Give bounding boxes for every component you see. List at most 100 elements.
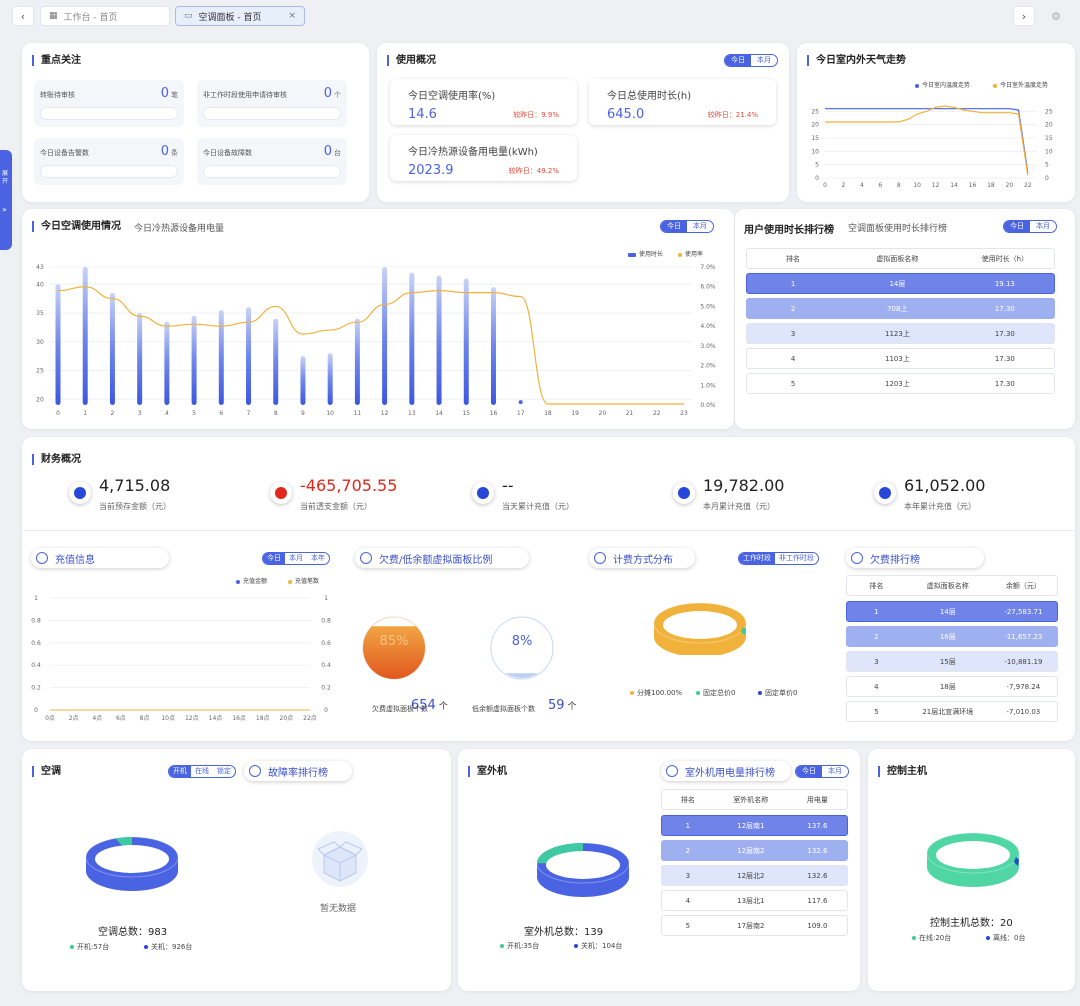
toggle-today[interactable]: 今日 — [796, 766, 822, 777]
x-tick-label: 18点 — [256, 714, 270, 722]
table-row[interactable]: 1 12层南1 137.6 — [661, 815, 848, 836]
arrears-gauge-percent: 85% — [379, 634, 409, 649]
usage-period-toggle[interactable]: 今日 本月 — [724, 54, 778, 67]
settings-button[interactable]: ⚙ — [1045, 6, 1067, 26]
toggle-on[interactable]: 开机 — [169, 766, 191, 777]
y2-tick-label: 15 — [1045, 135, 1053, 142]
y2-tick-label: 3.0% — [700, 343, 716, 350]
usage-bar — [436, 275, 442, 405]
table-row[interactable]: 1 14层 -27,583.71 — [846, 601, 1058, 622]
billing-legend-2: 固定单价0 — [758, 688, 797, 698]
x-tick-label: 10点 — [161, 714, 175, 722]
outdoor-ring-chart — [536, 842, 630, 897]
outdoor-rank-table: 排名 室外机名称 用电量 1 12层南1 137.6 2 12层南2 132.6 3 12层北… — [661, 789, 848, 939]
table-row[interactable]: 2 16层 -11,657.23 — [846, 626, 1058, 647]
double-chevron-icon: » — [2, 205, 7, 214]
y2-tick-label: 0.2 — [321, 685, 331, 692]
toggle-year[interactable]: 本年 — [307, 553, 329, 564]
arrears-title-pill: 欠费/低余额虚拟面板比例 — [355, 548, 529, 568]
table-row[interactable]: 2 12层南2 132.6 — [661, 840, 848, 861]
usage-bar — [300, 356, 306, 405]
table-row[interactable]: 3 1123上 17.30 — [746, 323, 1055, 344]
x-tick-label: 18 — [544, 410, 552, 417]
x-tick-label: 22 — [1024, 182, 1032, 189]
ring-hole — [95, 845, 169, 873]
billing-ring-chart — [653, 602, 747, 655]
usage-bar — [109, 292, 115, 405]
table-row[interactable]: 2 70B上 17.30 — [746, 298, 1055, 319]
x-tick-label: 12 — [381, 410, 389, 417]
table-row[interactable]: 3 12层北2 132.6 — [661, 865, 848, 886]
focus-item-bar — [40, 107, 178, 120]
user-rank-table: 排名 虚拟面板名称 使用时长（h） 1 14层 19.13 2 70B上 17.30 3 11… — [746, 248, 1055, 398]
table-row[interactable]: 1 14层 19.13 — [746, 273, 1055, 294]
tab-workbench[interactable]: ▦ 工作台 - 首页 — [40, 6, 170, 26]
y2-tick-label: 6.0% — [700, 284, 716, 291]
back-button[interactable]: ‹ — [12, 6, 34, 26]
usage-bar — [55, 284, 61, 405]
toggle-today[interactable]: 今日 — [263, 553, 285, 564]
toggle-month[interactable]: 本月 — [751, 55, 777, 66]
host-legend-online: 在线:20台 — [912, 933, 951, 943]
chevron-left-icon: ‹ — [20, 9, 26, 23]
x-tick-label: 19 — [571, 410, 579, 417]
table-row[interactable]: 5 21层北宣满环境 -7,010.03 — [846, 701, 1058, 722]
y2-tick-label: 0.0% — [700, 402, 716, 409]
fault-rank-pill[interactable]: 故障率排行榜 — [244, 761, 352, 781]
focus-item-transfer[interactable]: 转账待审核 0笔 — [34, 80, 184, 127]
x-tick-label: 4 — [860, 182, 864, 189]
toggle-off-hours[interactable]: 非工作时段 — [775, 553, 818, 564]
focus-item-bar — [40, 165, 178, 178]
ring-hole — [663, 611, 737, 639]
toggle-locked[interactable]: 锁定 — [213, 766, 235, 777]
host-ring-chart — [926, 832, 1020, 887]
focus-item-alarm[interactable]: 今日设备告警数 0条 — [34, 138, 184, 185]
table-row[interactable]: 4 1103上 17.30 — [746, 348, 1055, 369]
toggle-today[interactable]: 今日 — [725, 55, 751, 66]
focus-item-bar — [203, 165, 341, 178]
toggle-month[interactable]: 本月 — [1030, 221, 1056, 232]
billing-period-toggle[interactable]: 工作时段 非工作时段 — [738, 552, 819, 565]
y2-tick-label: 1 — [324, 595, 328, 602]
x-tick-label: 10 — [913, 182, 921, 189]
ac-status-toggle[interactable]: 开机 在线 锁定 — [168, 765, 236, 778]
usage-bar — [463, 278, 469, 405]
outdoor-card: 室外机 室外机用电量排行榜 今日 本月 室外机总数：139 开机:35台 关机：1… — [458, 749, 860, 991]
focus-item-bar — [203, 107, 341, 120]
focus-item-value: 0台 — [323, 144, 341, 159]
toggle-month[interactable]: 本月 — [822, 766, 848, 777]
focus-item-label: 今日设备故障数 — [203, 149, 252, 157]
tab-ac-panel[interactable]: ▭ 空调面板 - 首页 × — [175, 6, 305, 26]
toggle-online[interactable]: 在线 — [191, 766, 213, 777]
ac-legend-on: 开机:57台 — [70, 942, 109, 952]
y-tick-label: 43 — [36, 264, 44, 271]
table-row[interactable]: 4 18层 -7,978.24 — [846, 676, 1058, 697]
usage-bar — [164, 321, 170, 405]
toggle-month[interactable]: 本月 — [285, 553, 307, 564]
side-expand-tab[interactable]: 展开 » — [0, 150, 12, 250]
x-tick-label: 16 — [490, 410, 498, 417]
focus-item-fault[interactable]: 今日设备故障数 0台 — [197, 138, 347, 185]
user-rank-period-toggle[interactable]: 今日 本月 — [1003, 220, 1057, 233]
recharge-period-toggle[interactable]: 今日 本月 本年 — [262, 552, 330, 565]
outdoor-total: 室外机总数：139 — [524, 927, 604, 938]
circle-icon — [594, 552, 606, 564]
table-row[interactable]: 4 13层北1 117.6 — [661, 890, 848, 911]
outdoor-period-toggle[interactable]: 今日 本月 — [795, 765, 849, 778]
close-icon[interactable]: × — [288, 11, 296, 21]
stat-value: 14.6 — [408, 107, 437, 122]
forward-button[interactable]: › — [1013, 6, 1035, 26]
y-tick-label: 0.8 — [31, 617, 41, 624]
y-tick-label: 0 — [34, 707, 38, 714]
table-row[interactable]: 5 17层南2 109.0 — [661, 915, 848, 936]
stat-compare: 较昨日：9.9% — [513, 111, 559, 119]
y-tick-label: 0 — [815, 175, 819, 182]
toggle-today[interactable]: 今日 — [1004, 221, 1030, 232]
table-row[interactable]: 5 1203上 17.30 — [746, 373, 1055, 394]
focus-item-offhours[interactable]: 非工作时段使用申请待审核 0个 — [197, 80, 347, 127]
x-tick-label: 11 — [354, 410, 362, 417]
table-row[interactable]: 3 15层 -10,881.19 — [846, 651, 1058, 672]
empty-box-icon — [312, 831, 368, 887]
toggle-work-hours[interactable]: 工作时段 — [739, 553, 775, 564]
x-tick-label: 2 — [111, 410, 115, 417]
